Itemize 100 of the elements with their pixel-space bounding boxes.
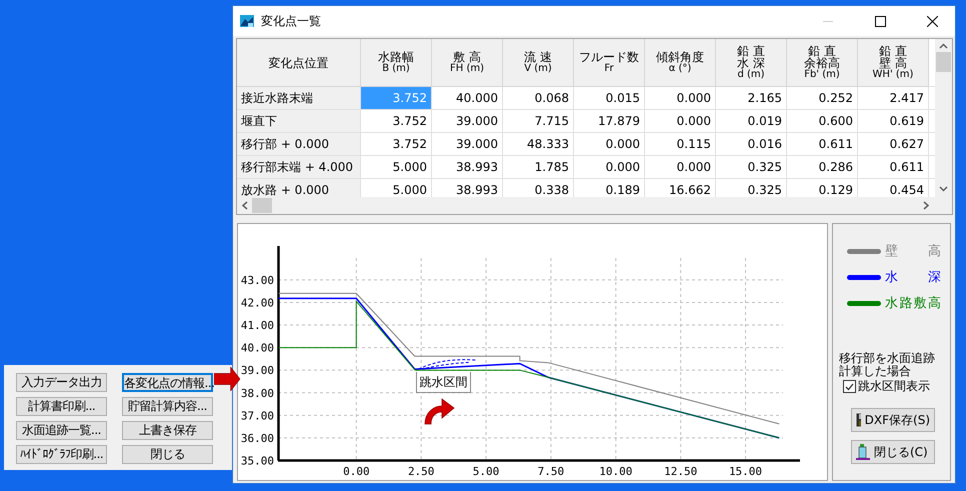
menu-button[interactable]: 閉じる bbox=[122, 445, 213, 464]
table-cell: 0.600 bbox=[787, 110, 858, 133]
scroll-thumb[interactable] bbox=[252, 198, 272, 213]
close-icon bbox=[926, 16, 938, 26]
close-button[interactable]: 閉じる(C) bbox=[851, 440, 935, 464]
table-cell: 2.165 bbox=[716, 87, 787, 110]
menu-button[interactable]: ﾊｲﾄﾞﾛｸﾞﾗﾌ印刷... bbox=[16, 445, 107, 464]
table-cell: 0.000 bbox=[645, 156, 716, 179]
table-cell: 0.019 bbox=[716, 110, 787, 133]
header-label: 壁 高 bbox=[879, 56, 907, 68]
table-cell: 3.752 bbox=[361, 87, 432, 110]
axis-tick-label: 35.00 bbox=[240, 454, 274, 468]
table-cell: 40.000 bbox=[432, 87, 503, 110]
table-cell: 0.015 bbox=[574, 87, 645, 110]
row-header: 接近水路末端 bbox=[237, 87, 361, 110]
header-unit: α (°) bbox=[668, 62, 692, 74]
table-cell: 0.611 bbox=[787, 133, 858, 156]
axis-tick-label: 43.00 bbox=[240, 274, 274, 287]
header-label: 余裕高 bbox=[804, 56, 840, 68]
table-cell: 0.611 bbox=[858, 156, 929, 179]
axis-tick-label: 12.50 bbox=[664, 465, 698, 478]
axis-tick-label: 0.00 bbox=[343, 465, 370, 478]
header-label: 変化点位置 bbox=[268, 56, 328, 68]
axis-tick-label: 37.00 bbox=[240, 409, 274, 422]
checkbox[interactable] bbox=[843, 380, 856, 393]
header-unit: d (m) bbox=[737, 68, 765, 80]
jump-checkbox[interactable]: 跳水区間表示 bbox=[843, 378, 942, 395]
vertical-scrollbar[interactable] bbox=[935, 39, 952, 197]
axis-tick-label: 40.00 bbox=[240, 342, 274, 355]
table-cell: 7.715 bbox=[503, 110, 574, 133]
table-cell: 3.752 bbox=[361, 110, 432, 133]
table-cell: 17.879 bbox=[574, 110, 645, 133]
scroll-right-icon[interactable] bbox=[922, 201, 930, 210]
scroll-down-icon[interactable] bbox=[939, 186, 948, 192]
scroll-up-icon[interactable] bbox=[939, 43, 948, 49]
table-cell: 0.286 bbox=[787, 156, 858, 179]
header-label: 水路幅 bbox=[378, 50, 414, 62]
legend-label: 水 深 bbox=[885, 269, 941, 286]
axis-tick-label: 36.00 bbox=[240, 432, 274, 445]
legend-label: 壁 高 bbox=[885, 243, 941, 260]
axis-tick-label: 42.00 bbox=[240, 296, 274, 310]
save-button[interactable]: DXF保存(S) bbox=[851, 408, 935, 432]
table-cell: 1.785 bbox=[503, 156, 574, 179]
door-icon bbox=[856, 444, 870, 460]
right-arrow-icon bbox=[214, 367, 240, 391]
scroll-thumb[interactable] bbox=[936, 52, 951, 72]
row-header: 堰直下 bbox=[237, 110, 361, 133]
axis-tick-label: 5.00 bbox=[472, 465, 500, 478]
axis-tick-label: 10.00 bbox=[599, 465, 632, 478]
header-unit: FH (m) bbox=[450, 62, 484, 74]
table-cell: 3.752 bbox=[361, 133, 432, 156]
menu-button[interactable]: 各変化点の情報... bbox=[122, 373, 213, 392]
chart-callout: 跳水区間 bbox=[416, 372, 471, 393]
table-cell: 0.000 bbox=[574, 156, 645, 179]
legend-label: 水路敷高 bbox=[885, 295, 941, 312]
table-cell: 0.000 bbox=[574, 133, 645, 156]
maximize-icon bbox=[874, 16, 886, 26]
header-label: 傾斜角度 bbox=[656, 50, 704, 62]
table-cell: 0.115 bbox=[645, 133, 716, 156]
header-label: 鉛 直 bbox=[808, 44, 836, 56]
header-unit: B (m) bbox=[382, 62, 410, 74]
table-cell: 0.000 bbox=[645, 110, 716, 133]
menu-button[interactable]: 計算書印刷... bbox=[16, 397, 107, 416]
axis-tick-label: 15.00 bbox=[728, 465, 762, 478]
row-header: 放水路 + 0.000 bbox=[237, 179, 361, 197]
header-label: 敷 高 bbox=[453, 50, 481, 62]
table-cell: 0.068 bbox=[503, 87, 574, 110]
checkbox-label: 跳水区間表示 bbox=[858, 378, 930, 395]
row-header: 移行部末端 + 4.000 bbox=[237, 156, 361, 179]
menu-button[interactable]: 水面追跡一覧... bbox=[16, 421, 107, 440]
menu-button[interactable]: 貯留計算内容... bbox=[122, 397, 213, 416]
table-cell: 39.000 bbox=[432, 110, 503, 133]
header-label: フルード数 bbox=[579, 50, 639, 62]
header-unit: Fr bbox=[604, 62, 614, 74]
option-note: 移行部を水面追跡計算した場合 bbox=[839, 352, 936, 378]
table-cell: 0.619 bbox=[858, 110, 929, 133]
header-label: 鉛 直 bbox=[737, 44, 765, 56]
table-cell: 38.993 bbox=[432, 156, 503, 179]
window-title: 変化点一覧 bbox=[261, 12, 322, 30]
table-cell: 39.000 bbox=[432, 133, 503, 156]
axis-tick-label: 41.00 bbox=[240, 319, 274, 332]
header-label: 流 速 bbox=[524, 50, 552, 62]
header-unit: WH' (m) bbox=[872, 68, 914, 80]
header-unit: V (m) bbox=[524, 62, 552, 74]
menu-button[interactable]: 入力データ出力 bbox=[16, 373, 107, 392]
table-cell: 5.000 bbox=[361, 156, 432, 179]
horizontal-scrollbar[interactable] bbox=[237, 197, 952, 214]
table-cell: 0.325 bbox=[716, 156, 787, 179]
axis-tick-label: 38.00 bbox=[240, 386, 274, 400]
scroll-left-icon[interactable] bbox=[241, 201, 249, 210]
row-header: 移行部 + 0.000 bbox=[237, 133, 361, 156]
menu-button[interactable]: 上書き保存 bbox=[122, 421, 213, 440]
table-cell: 48.333 bbox=[503, 133, 574, 156]
header-label: 水 深 bbox=[737, 56, 765, 68]
axis-tick-label: 7.50 bbox=[538, 465, 564, 478]
header-unit: Fb' (m) bbox=[804, 68, 840, 80]
table-cell: 0.016 bbox=[716, 133, 787, 156]
header-label: 鉛 直 bbox=[879, 44, 907, 56]
table-cell: 0.000 bbox=[645, 87, 716, 110]
axis-tick-label: 39.00 bbox=[240, 364, 274, 378]
